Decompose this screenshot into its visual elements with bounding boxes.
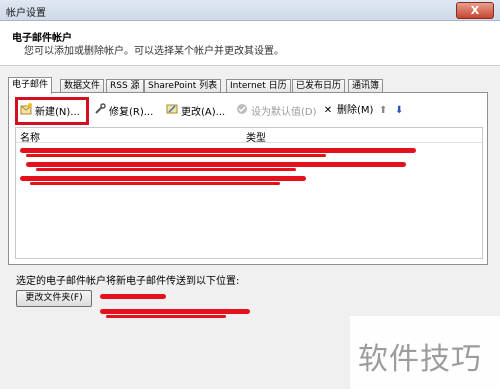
move-up-button[interactable]: ⬆ xyxy=(379,103,387,119)
set-default-label: 设为默认值(D) xyxy=(251,107,317,118)
tab-address-books[interactable]: 通讯簿 xyxy=(348,79,384,93)
account-list-header: 名称 类型 xyxy=(16,128,482,144)
repair-icon xyxy=(93,103,107,121)
title-bar: 帐户设置 X xyxy=(0,0,500,21)
checkmark-icon xyxy=(235,103,249,121)
tab-internet-calendars[interactable]: Internet 日历 xyxy=(226,79,291,93)
header-description: 您可以添加或删除帐户。可以选择某个帐户并更改其设置。 xyxy=(24,46,284,57)
delete-button[interactable]: ✕ 删除(M) xyxy=(321,103,374,119)
redacted-folder-path-stroke xyxy=(106,315,226,318)
change-folder-button[interactable]: 更改文件夹(F) xyxy=(16,290,92,307)
close-icon: X xyxy=(470,4,480,17)
new-button-highlight xyxy=(15,97,89,125)
watermark-box: 软件技巧 xyxy=(350,316,500,389)
delivery-location-label: 选定的电子邮件帐户将新电子邮件传送到以下位置: xyxy=(16,276,240,287)
set-default-button[interactable]: 设为默认值(D) xyxy=(235,103,317,119)
tab-rss-feeds[interactable]: RSS 源 xyxy=(106,79,144,93)
change-label: 更改(A)... xyxy=(181,107,226,118)
change-button[interactable]: 更改(A)... xyxy=(165,103,225,119)
tab-sharepoint-lists[interactable]: SharePoint 列表 xyxy=(144,79,222,93)
redacted-folder-path xyxy=(100,294,166,299)
column-type[interactable]: 类型 xyxy=(246,129,266,144)
repair-label: 修复(R)... xyxy=(109,107,154,118)
dialog-header: 电子邮件帐户 您可以添加或删除帐户。可以选择某个帐户并更改其设置。 xyxy=(0,21,500,66)
repair-button[interactable]: 修复(R)... xyxy=(93,103,153,119)
redacted-account-row-stroke xyxy=(26,154,326,157)
redacted-account-row[interactable] xyxy=(26,162,406,167)
delete-icon: ✕ xyxy=(323,105,333,116)
redacted-account-row[interactable] xyxy=(20,148,416,153)
delete-label: 删除(M) xyxy=(337,105,374,116)
redacted-account-row[interactable] xyxy=(20,176,306,181)
tab-published-calendars[interactable]: 已发布日历 xyxy=(292,79,346,93)
change-icon xyxy=(165,103,179,121)
account-list[interactable]: 名称 类型 xyxy=(15,127,483,259)
email-tab-panel: 新建(N)... 修复(R)... 更改(A)... 设为默认值(D) ✕ 删除(… xyxy=(8,92,488,265)
move-down-icon: ⬇ xyxy=(395,105,404,116)
window-title: 帐户设置 xyxy=(6,8,46,19)
move-down-button[interactable]: ⬇ xyxy=(395,103,403,119)
tab-email[interactable]: 电子邮件 xyxy=(8,77,53,94)
watermark-text: 软件技巧 xyxy=(358,342,482,377)
close-button[interactable]: X xyxy=(456,2,494,19)
redacted-folder-path xyxy=(100,309,250,314)
redacted-account-row-stroke xyxy=(30,182,280,185)
redacted-account-row-stroke xyxy=(36,168,296,171)
move-up-icon: ⬆ xyxy=(379,105,388,116)
account-settings-window: 帐户设置 X 电子邮件帐户 您可以添加或删除帐户。可以选择某个帐户并更改其设置。… xyxy=(0,0,500,389)
tab-data-files[interactable]: 数据文件 xyxy=(60,79,105,93)
column-name[interactable]: 名称 xyxy=(20,129,40,144)
